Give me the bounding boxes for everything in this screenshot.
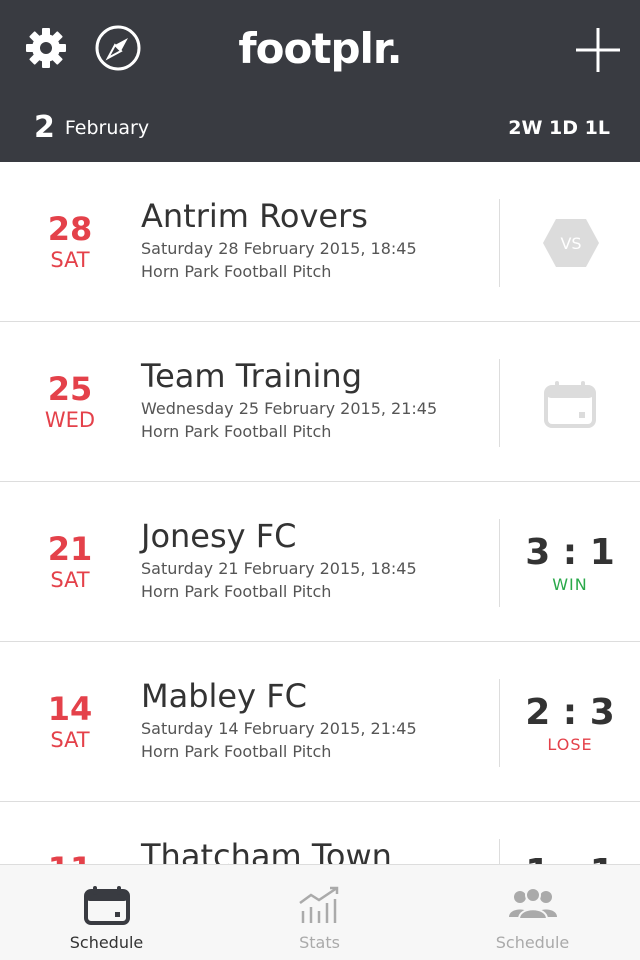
event-row[interactable]: 14 SAT Mabley FC Saturday 14 February 20…	[0, 642, 640, 802]
match-result: WIN	[552, 575, 588, 594]
event-location: Horn Park Football Pitch	[141, 422, 332, 441]
event-location: Horn Park Football Pitch	[141, 742, 332, 761]
tab-stats[interactable]: Stats	[213, 865, 426, 960]
vs-label: VS	[560, 234, 581, 253]
event-status: 1 : 1	[500, 802, 640, 864]
event-datetime: Saturday 28 February 2015, 18:45	[141, 239, 417, 258]
event-weekday: SAT	[50, 248, 90, 272]
current-date: 2 February	[34, 110, 149, 145]
event-list: 28 SAT Antrim Rovers Saturday 28 Februar…	[0, 162, 640, 864]
event-title: Team Training	[141, 357, 363, 395]
current-date-day: 2	[34, 110, 55, 145]
tab-label: Schedule	[69, 933, 144, 952]
add-icon[interactable]	[574, 26, 622, 74]
event-location: Horn Park Football Pitch	[141, 582, 332, 601]
event-weekday: WED	[44, 408, 96, 432]
current-date-month: February	[64, 117, 150, 139]
event-row[interactable]: 11 Thatcham Town 1 : 1	[0, 802, 640, 864]
match-result: LOSE	[547, 735, 593, 754]
app-header: footplr. 2 February 2W 1D 1L	[0, 0, 640, 162]
calendar-icon	[544, 381, 596, 428]
event-weekday: SAT	[50, 728, 90, 752]
vs-badge-icon: VS	[543, 219, 599, 267]
tab-label: Schedule	[495, 933, 570, 952]
event-datetime: Saturday 14 February 2015, 21:45	[141, 719, 417, 738]
team-icon	[509, 887, 557, 920]
event-title: Thatcham Town	[141, 837, 392, 864]
event-row[interactable]: 28 SAT Antrim Rovers Saturday 28 Februar…	[0, 162, 640, 322]
event-title: Antrim Rovers	[141, 197, 368, 235]
tab-schedule[interactable]: Schedule	[0, 865, 213, 960]
tab-label: Stats	[299, 933, 340, 952]
event-status: VS	[500, 162, 640, 322]
app-logo: footplr.	[238, 24, 402, 73]
event-day: 21	[47, 530, 93, 568]
tab-team[interactable]: Schedule	[426, 865, 640, 960]
event-status: 2 : 3 LOSE	[500, 642, 640, 802]
match-score: 1 : 1	[500, 852, 640, 864]
event-day: 11	[0, 852, 140, 864]
event-row[interactable]: 25 WED Team Training Wednesday 25 Februa…	[0, 322, 640, 482]
event-day: 25	[47, 370, 93, 408]
chart-icon	[298, 886, 338, 923]
event-title: Mabley FC	[141, 677, 307, 715]
event-datetime: Wednesday 25 February 2015, 21:45	[141, 399, 438, 418]
event-weekday: SAT	[50, 568, 90, 592]
event-status: 3 : 1 WIN	[500, 482, 640, 642]
match-score: 2 : 3	[525, 692, 615, 733]
calendar-icon	[83, 886, 130, 925]
event-status	[500, 322, 640, 482]
event-location: Horn Park Football Pitch	[141, 262, 332, 281]
event-row[interactable]: 21 SAT Jonesy FC Saturday 21 February 20…	[0, 482, 640, 642]
tab-bar: Schedule Stats Schedule	[0, 864, 640, 960]
event-day: 14	[47, 690, 93, 728]
match-score: 3 : 1	[525, 532, 615, 573]
team-record: 2W 1D 1L	[508, 117, 610, 139]
event-day: 28	[47, 210, 93, 248]
event-title: Jonesy FC	[141, 517, 297, 555]
event-datetime: Saturday 21 February 2015, 18:45	[141, 559, 417, 578]
